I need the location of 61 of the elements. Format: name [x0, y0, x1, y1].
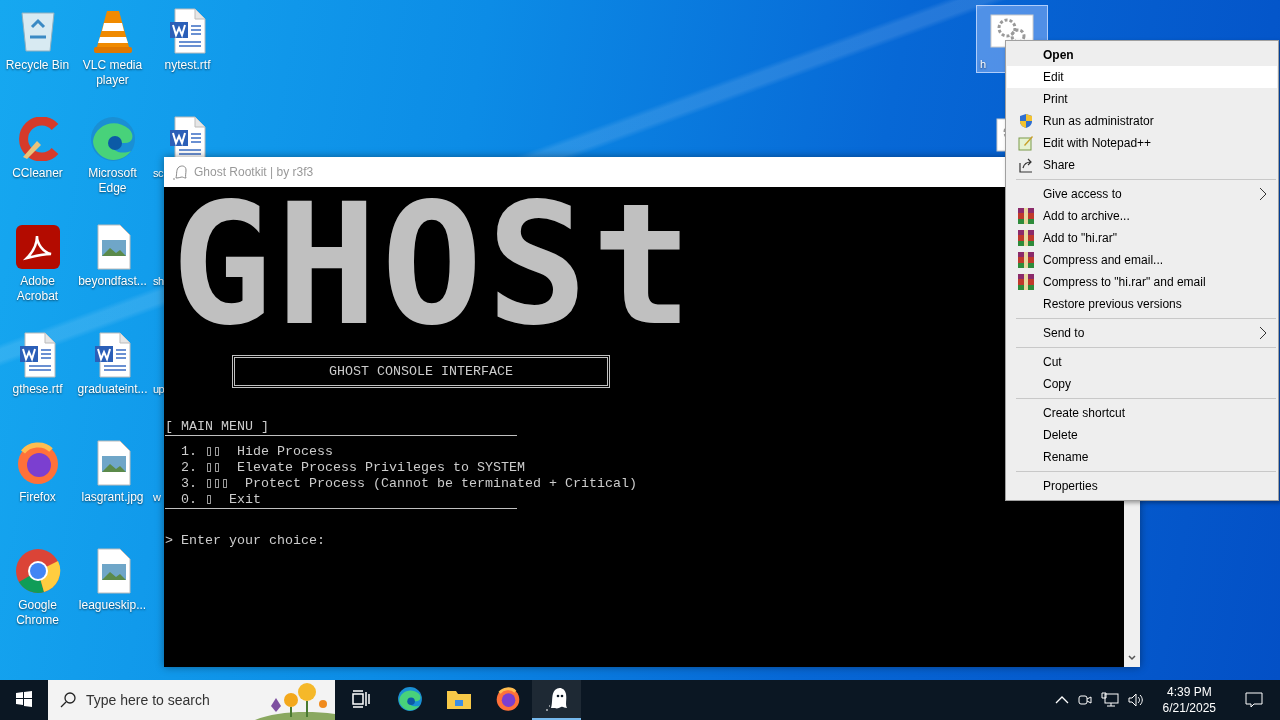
context-menu-item[interactable]: Run as administrator [1007, 110, 1277, 132]
clock-time: 4:39 PM [1166, 684, 1212, 700]
context-menu-item[interactable]: Delete [1007, 424, 1277, 446]
menu-option: 1. ▯▯ Hide Process [165, 444, 334, 460]
notepad-icon [1018, 135, 1034, 151]
edge-icon [396, 686, 423, 712]
banner-title: GHOSt [170, 195, 697, 335]
chevron-right-icon [1259, 187, 1267, 201]
context-menu-item[interactable]: Add to archive... [1007, 205, 1277, 227]
firefox-icon [494, 686, 521, 712]
edge-icon [88, 115, 137, 163]
context-menu-item[interactable]: Compress to "hi.rar" and email [1007, 271, 1277, 293]
input-prompt: > Enter your choice: [165, 533, 325, 549]
context-menu-item[interactable]: Edit with Notepad++ [1007, 132, 1277, 154]
context-menu-item[interactable]: Print [1007, 88, 1277, 110]
clock[interactable]: 4:39 PM 6/21/2025 [1152, 684, 1226, 716]
camera-icon[interactable] [1076, 692, 1093, 708]
search-field[interactable]: Type here to search [48, 680, 335, 720]
pdf-reader-icon [14, 224, 61, 270]
menu-option: 2. ▯▯ Elevate Process Privileges to SYSTEM [165, 460, 525, 476]
context-menu-item[interactable]: Compress and email... [1007, 249, 1277, 271]
notification-icon[interactable] [1244, 691, 1264, 709]
document-icon [168, 8, 207, 54]
document-icon [18, 332, 57, 378]
chevron-right-icon [1259, 326, 1267, 340]
context-menu-item[interactable]: Add to "hi.rar" [1007, 227, 1277, 249]
archive-icon [1018, 274, 1034, 290]
context-menu-item[interactable]: Properties [1007, 475, 1277, 497]
share-icon [1018, 157, 1034, 173]
network-icon[interactable] [1100, 692, 1119, 708]
windows-icon [16, 691, 32, 707]
console-header: GHOST CONSOLE INTERFACE [232, 355, 610, 388]
task-view-icon [350, 690, 370, 708]
clock-date: 6/21/2025 [1162, 700, 1216, 716]
chevron-up-icon[interactable] [1054, 695, 1069, 705]
search-icon [60, 692, 76, 708]
window-title: Ghost Rootkit | by r3f3 [194, 165, 314, 179]
archive-icon [1018, 230, 1034, 246]
context-menu-item[interactable]: Share [1007, 154, 1277, 176]
context-menu-item[interactable]: Cut [1007, 351, 1277, 373]
folder-icon [445, 688, 472, 710]
context-menu-item[interactable]: Restore previous versions [1007, 293, 1277, 315]
volume-icon[interactable] [1126, 692, 1145, 708]
chrome-icon [13, 547, 62, 595]
context-menu-item[interactable]: Give access to [1007, 183, 1277, 205]
ghost-icon [172, 164, 188, 180]
taskbar-app[interactable] [532, 680, 581, 720]
menu-option: 3. ▯▯▯ Protect Process (Cannot be terminated + Critical) [165, 476, 637, 492]
menu-title: [ MAIN MENU ] [165, 419, 269, 435]
scroll-down-icon[interactable] [1127, 653, 1137, 663]
menu-option: 0. ▯ Exit [165, 492, 261, 508]
archive-icon [1018, 208, 1034, 224]
shield-icon [1018, 113, 1034, 129]
context-menu-item[interactable]: Edit [1007, 66, 1277, 88]
context-menu-item[interactable]: Rename [1007, 446, 1277, 468]
ghost-icon [544, 686, 569, 712]
archive-icon [1018, 252, 1034, 268]
context-menu-item[interactable]: Create shortcut [1007, 402, 1277, 424]
document-icon [93, 332, 132, 378]
context-menu-item[interactable]: Copy [1007, 373, 1277, 395]
context-menu-item[interactable]: Send to [1007, 322, 1277, 344]
